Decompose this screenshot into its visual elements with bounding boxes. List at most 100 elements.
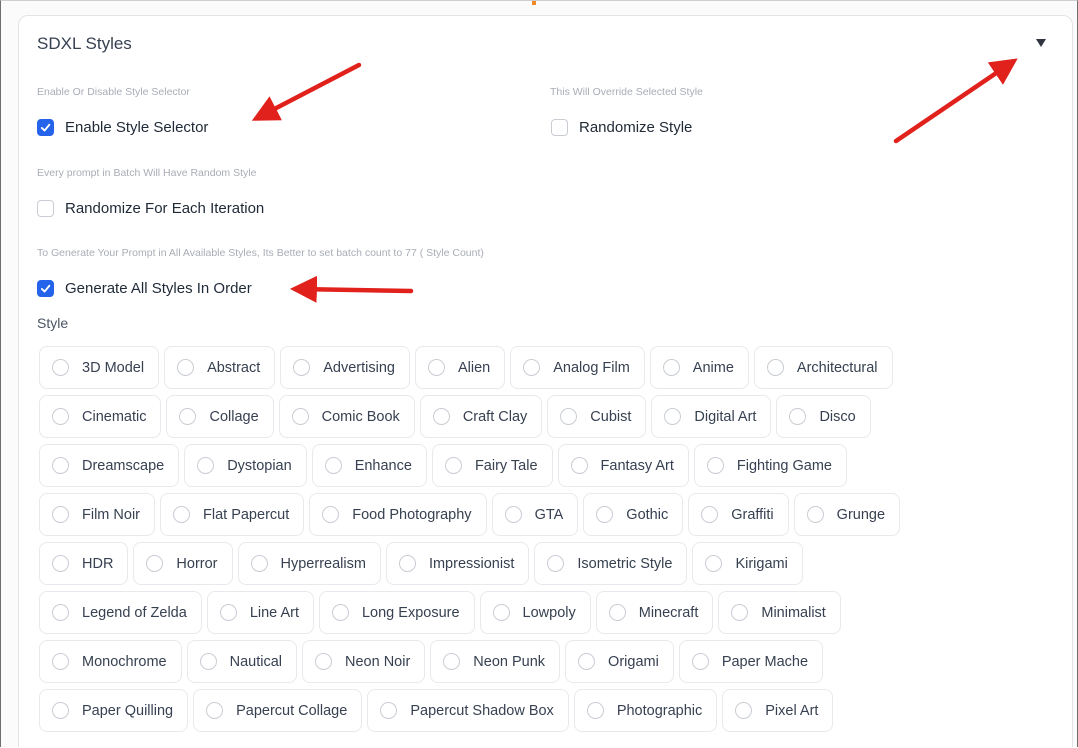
- radio-circle-icon[interactable]: [398, 555, 416, 572]
- style-option-origami[interactable]: Origami: [565, 640, 674, 683]
- radio-circle-icon[interactable]: [52, 702, 69, 719]
- radio-circle-icon[interactable]: [432, 408, 450, 425]
- radio-circle-icon[interactable]: [586, 702, 604, 719]
- style-option-gothic[interactable]: Gothic: [583, 493, 684, 536]
- checkbox-box[interactable]: [551, 118, 568, 136]
- radio-circle-icon[interactable]: [52, 604, 69, 621]
- style-option-dreamscape[interactable]: Dreamscape: [39, 444, 180, 487]
- style-option-fairy-tale[interactable]: Fairy Tale: [431, 444, 553, 487]
- radio-circle-icon[interactable]: [504, 506, 522, 523]
- radio-circle-icon[interactable]: [701, 506, 719, 523]
- generate-all-styles-checkbox[interactable]: Generate All Styles In Order: [37, 277, 252, 299]
- style-option-abstract[interactable]: Abstract: [164, 346, 276, 389]
- radio-circle-icon[interactable]: [691, 653, 709, 670]
- style-option-lowpoly[interactable]: Lowpoly: [479, 591, 591, 634]
- style-option-analog-film[interactable]: Analog Film: [510, 346, 645, 389]
- style-option-papercut-shadow-box[interactable]: Papercut Shadow Box: [367, 689, 569, 732]
- style-option-anime[interactable]: Anime: [649, 346, 749, 389]
- radio-circle-icon[interactable]: [560, 408, 578, 425]
- radio-circle-icon[interactable]: [789, 408, 807, 425]
- style-option-nautical[interactable]: Nautical: [186, 640, 298, 683]
- radio-circle-icon[interactable]: [293, 359, 311, 376]
- style-option-horror[interactable]: Horror: [133, 542, 233, 585]
- style-option-hdr[interactable]: HDR: [39, 542, 129, 585]
- radio-circle-icon[interactable]: [52, 457, 69, 474]
- radio-circle-icon[interactable]: [570, 457, 588, 474]
- radio-circle-icon[interactable]: [331, 604, 349, 621]
- radio-circle-icon[interactable]: [596, 506, 614, 523]
- checkbox-box[interactable]: [37, 118, 54, 136]
- style-option-papercut-collage[interactable]: Papercut Collage: [193, 689, 363, 732]
- radio-circle-icon[interactable]: [199, 653, 217, 670]
- radio-circle-icon[interactable]: [523, 359, 541, 376]
- style-option-paper-quilling[interactable]: Paper Quilling: [39, 689, 189, 732]
- radio-circle-icon[interactable]: [179, 408, 197, 425]
- radio-circle-icon[interactable]: [322, 506, 340, 523]
- radio-circle-icon[interactable]: [608, 604, 626, 621]
- radio-circle-icon[interactable]: [806, 506, 824, 523]
- style-option-photographic[interactable]: Photographic: [573, 689, 718, 732]
- style-option-food-photography[interactable]: Food Photography: [309, 493, 487, 536]
- style-option-collage[interactable]: Collage: [166, 395, 274, 438]
- radio-circle-icon[interactable]: [492, 604, 510, 621]
- radio-circle-icon[interactable]: [766, 359, 784, 376]
- style-option-film-noir[interactable]: Film Noir: [39, 493, 155, 536]
- style-option-legend-of-zelda[interactable]: Legend of Zelda: [39, 591, 202, 634]
- radio-circle-icon[interactable]: [52, 555, 69, 572]
- style-option-grunge[interactable]: Grunge: [793, 493, 901, 536]
- style-option-fantasy-art[interactable]: Fantasy Art: [557, 444, 689, 487]
- style-option-line-art[interactable]: Line Art: [206, 591, 314, 634]
- radio-circle-icon[interactable]: [52, 359, 69, 376]
- randomize-style-checkbox[interactable]: Randomize Style: [551, 116, 692, 138]
- randomize-each-iteration-checkbox[interactable]: Randomize For Each Iteration: [37, 197, 264, 219]
- style-option-minimalist[interactable]: Minimalist: [718, 591, 841, 634]
- style-option-advertising[interactable]: Advertising: [280, 346, 410, 389]
- style-option-flat-papercut[interactable]: Flat Papercut: [160, 493, 305, 536]
- style-option-neon-punk[interactable]: Neon Punk: [430, 640, 561, 683]
- style-option-disco[interactable]: Disco: [776, 395, 871, 438]
- radio-circle-icon[interactable]: [173, 506, 190, 523]
- radio-circle-icon[interactable]: [735, 702, 753, 719]
- radio-circle-icon[interactable]: [324, 457, 342, 474]
- style-option-monochrome[interactable]: Monochrome: [39, 640, 182, 683]
- style-option-graffiti[interactable]: Graffiti: [688, 493, 789, 536]
- radio-circle-icon[interactable]: [206, 702, 224, 719]
- style-option-fighting-game[interactable]: Fighting Game: [693, 444, 847, 487]
- checkbox-box[interactable]: [37, 279, 54, 297]
- style-option-neon-noir[interactable]: Neon Noir: [302, 640, 426, 683]
- radio-circle-icon[interactable]: [380, 702, 398, 719]
- style-option-enhance[interactable]: Enhance: [311, 444, 427, 487]
- style-option-cubist[interactable]: Cubist: [547, 395, 647, 438]
- style-option-comic-book[interactable]: Comic Book: [278, 395, 415, 438]
- style-option-dystopian[interactable]: Dystopian: [184, 444, 307, 487]
- style-option-digital-art[interactable]: Digital Art: [651, 395, 772, 438]
- style-option-long-exposure[interactable]: Long Exposure: [318, 591, 475, 634]
- style-option-isometric-style[interactable]: Isometric Style: [534, 542, 688, 585]
- radio-circle-icon[interactable]: [52, 506, 69, 523]
- style-option-hyperrealism[interactable]: Hyperrealism: [237, 542, 381, 585]
- style-option-3d-model[interactable]: 3D Model: [39, 346, 160, 389]
- radio-circle-icon[interactable]: [427, 359, 445, 376]
- radio-circle-icon[interactable]: [197, 457, 215, 474]
- style-option-alien[interactable]: Alien: [414, 346, 506, 389]
- radio-circle-icon[interactable]: [315, 653, 333, 670]
- radio-circle-icon[interactable]: [662, 359, 680, 376]
- radio-circle-icon[interactable]: [444, 457, 462, 474]
- style-option-cinematic[interactable]: Cinematic: [39, 395, 162, 438]
- style-option-impressionist[interactable]: Impressionist: [385, 542, 530, 585]
- radio-circle-icon[interactable]: [146, 555, 164, 572]
- style-option-architectural[interactable]: Architectural: [753, 346, 893, 389]
- radio-circle-icon[interactable]: [547, 555, 565, 572]
- style-option-kirigami[interactable]: Kirigami: [692, 542, 803, 585]
- style-option-pixel-art[interactable]: Pixel Art: [722, 689, 834, 732]
- radio-circle-icon[interactable]: [443, 653, 461, 670]
- radio-circle-icon[interactable]: [291, 408, 309, 425]
- radio-circle-icon[interactable]: [52, 653, 69, 670]
- style-option-minecraft[interactable]: Minecraft: [595, 591, 714, 634]
- checkbox-box[interactable]: [37, 199, 54, 217]
- style-option-gta[interactable]: GTA: [491, 493, 579, 536]
- radio-circle-icon[interactable]: [578, 653, 596, 670]
- radio-circle-icon[interactable]: [250, 555, 268, 572]
- radio-circle-icon[interactable]: [177, 359, 195, 376]
- enable-style-selector-checkbox[interactable]: Enable Style Selector: [37, 116, 208, 138]
